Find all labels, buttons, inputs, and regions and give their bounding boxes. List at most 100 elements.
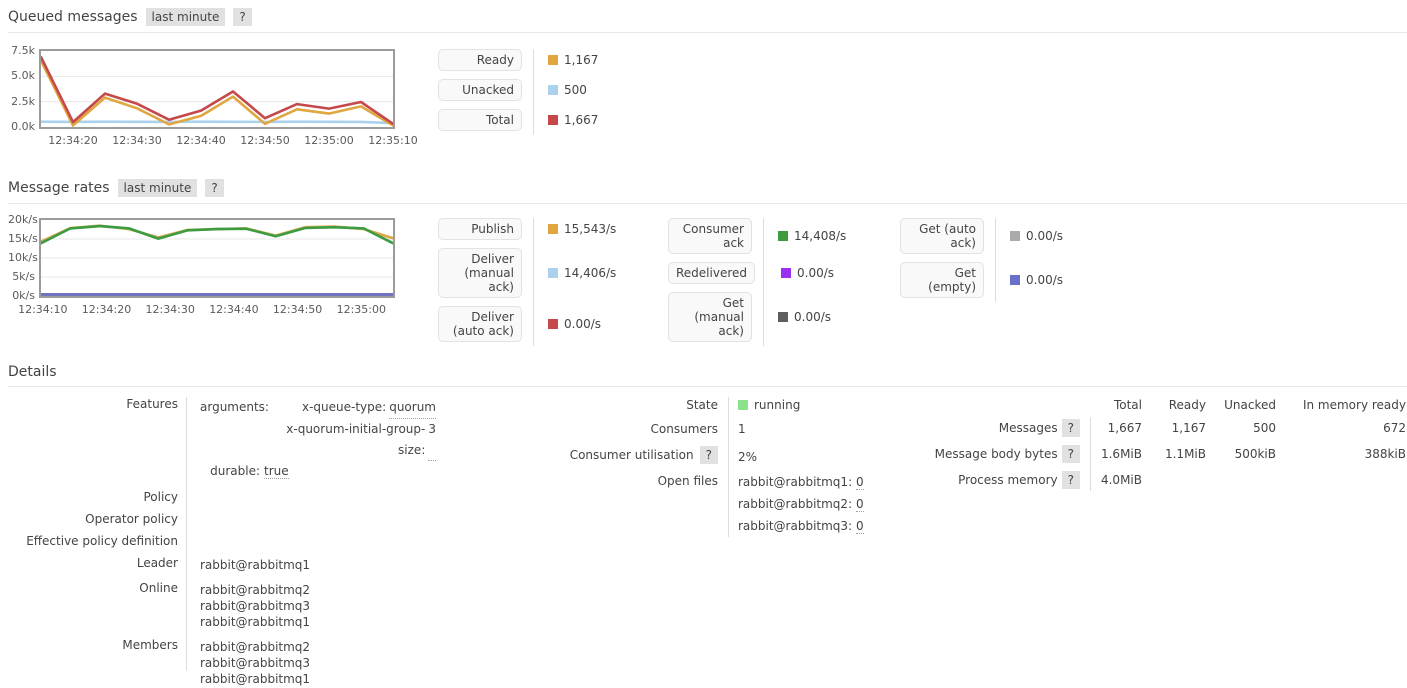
x-axis-tick: 12:34:40 <box>209 303 258 316</box>
legend-divider <box>533 49 534 135</box>
divider <box>8 203 1407 204</box>
legend-row-total: Total 1,667 <box>438 109 668 131</box>
get-manual-swatch-icon <box>778 312 788 322</box>
leader-row: Leader rabbit@rabbitmq1 <box>8 556 480 581</box>
details-title: Details <box>8 364 57 380</box>
message-rates-chart: 20k/s15k/s10k/s5k/s0k/s12:34:1012:34:201… <box>8 218 422 322</box>
divider <box>8 386 1407 387</box>
y-axis-tick: 0k/s <box>8 289 35 302</box>
consumers-row: Consumers 1 <box>488 422 924 446</box>
col-header-ready: Ready <box>1142 395 1206 415</box>
queued-messages-chart: 7.5k5.0k2.5k0.0k12:34:2012:34:3012:34:40… <box>8 49 422 153</box>
y-axis-tick: 7.5k <box>8 44 35 57</box>
rates-range-chip[interactable]: last minute <box>118 179 198 197</box>
get-empty-button[interactable]: Get (empty) <box>900 262 984 298</box>
get-manual-value: 0.00/s <box>794 310 831 324</box>
leader-label: Leader <box>8 556 178 570</box>
col-header-total: Total <box>1080 395 1142 415</box>
durable-value: true <box>264 464 289 479</box>
rates-legend-group-2: Consumer ack 14,408/s Redelivered 0.00/s… <box>668 218 900 342</box>
y-axis-tick: 10k/s <box>8 251 35 264</box>
legend-divider <box>533 218 534 346</box>
consumer-ack-swatch-icon <box>778 231 788 241</box>
redelivered-value: 0.00/s <box>797 266 834 280</box>
messages-label: Messages <box>999 421 1058 435</box>
details-right: Total Ready Unacked In memory ready Mess… <box>930 395 1406 493</box>
open-files-node: rabbit@rabbitmq1: 0 <box>738 471 924 493</box>
get-auto-value: 0.00/s <box>1026 229 1063 243</box>
arg-quorum-group-size: x-quorum-initial-group-size: 3 <box>264 419 436 461</box>
arg-queue-type: x-queue-type: quorum <box>264 397 436 419</box>
deliver-auto-swatch-icon <box>548 319 558 329</box>
deliver-manual-value: 14,406/s <box>564 266 616 280</box>
features-label: Features <box>8 397 178 411</box>
message-stats-table: Total Ready Unacked In memory ready Mess… <box>930 395 1406 493</box>
queued-help-icon[interactable]: ? <box>233 8 251 26</box>
legend-divider <box>763 218 764 346</box>
message-body-bytes-label: Message body bytes <box>935 447 1058 461</box>
durable-line: durable: true <box>200 461 480 482</box>
process-memory-help-icon[interactable]: ? <box>1062 471 1080 489</box>
leader-value: rabbit@rabbitmq1 <box>200 556 480 572</box>
consumer-utilisation-help-icon[interactable]: ? <box>700 446 718 464</box>
online-label: Online <box>8 581 178 595</box>
consumers-label: Consumers <box>488 422 718 436</box>
col-header-unacked: Unacked <box>1206 395 1276 415</box>
queued-range-chip[interactable]: last minute <box>146 8 226 26</box>
legend-row-deliver-auto: Deliver (auto ack) 0.00/s <box>438 306 668 342</box>
unacked-value: 500 <box>564 83 587 97</box>
x-axis-tick: 12:35:00 <box>304 134 353 147</box>
deliver-auto-ack-button[interactable]: Deliver (auto ack) <box>438 306 522 342</box>
open-files-node: rabbit@rabbitmq2: 0 <box>738 493 924 515</box>
state-row: State running <box>488 398 924 422</box>
col-header-in-memory-ready: In memory ready <box>1276 395 1406 415</box>
total-value: 1,667 <box>564 113 598 127</box>
details-left: Features arguments: x-queue-type: quorum… <box>8 393 480 688</box>
message-body-bytes-help-icon[interactable]: ? <box>1062 445 1080 463</box>
features-row: Features arguments: x-queue-type: quorum… <box>8 397 480 482</box>
section-message-rates: Message rates last minute ? 20k/s15k/s10… <box>8 179 1407 342</box>
legend-row-consumer-ack: Consumer ack 14,408/s <box>668 218 900 254</box>
get-manual-ack-button[interactable]: Get (manual ack) <box>668 292 752 342</box>
divider <box>8 32 1407 33</box>
y-axis-tick: 5.0k <box>8 69 35 82</box>
unacked-swatch-icon <box>548 85 558 95</box>
y-axis-tick: 5k/s <box>8 270 35 283</box>
state-value: running <box>754 398 800 412</box>
arguments-key: arguments: <box>200 397 260 461</box>
consumer-ack-button[interactable]: Consumer ack <box>668 218 752 254</box>
process-memory-label: Process memory <box>958 473 1057 487</box>
policy-label: Policy <box>8 490 178 504</box>
body-bytes-unacked: 500kiB <box>1206 441 1276 467</box>
messages-in-memory-ready: 672 <box>1276 415 1406 441</box>
publish-button[interactable]: Publish <box>438 218 522 240</box>
ready-button[interactable]: Ready <box>438 49 522 71</box>
online-node: rabbit@rabbitmq2 <box>200 583 480 598</box>
redelivered-button[interactable]: Redelivered <box>668 262 755 284</box>
effective-policy-row: Effective policy definition <box>8 534 480 556</box>
deliver-manual-swatch-icon <box>548 268 558 278</box>
rates-help-icon[interactable]: ? <box>205 179 223 197</box>
x-axis-tick: 12:35:00 <box>337 303 386 316</box>
x-axis-tick: 12:34:50 <box>240 134 289 147</box>
queue-detail-page: Queued messages last minute ? 7.5k5.0k2.… <box>0 0 1407 685</box>
open-files-node: rabbit@rabbitmq3: 0 <box>738 515 924 537</box>
deliver-manual-ack-button[interactable]: Deliver (manual ack) <box>438 248 522 298</box>
message-rates-title: Message rates <box>8 180 110 196</box>
state-label: State <box>488 398 718 412</box>
arg-quorum-group-size-value: 3 <box>428 419 436 461</box>
member-node: rabbit@rabbitmq1 <box>200 672 480 687</box>
chart-plot-area <box>39 218 395 298</box>
details-middle: State running Consumers 1 Consumer utili… <box>488 393 924 537</box>
get-auto-ack-button[interactable]: Get (auto ack) <box>900 218 984 254</box>
messages-help-icon[interactable]: ? <box>1062 419 1080 437</box>
messages-ready: 1,167 <box>1142 415 1206 441</box>
get-auto-swatch-icon <box>1010 231 1020 241</box>
total-swatch-icon <box>548 115 558 125</box>
open-files-label: Open files <box>488 474 718 488</box>
unacked-button[interactable]: Unacked <box>438 79 522 101</box>
process-memory-ready <box>1142 467 1206 493</box>
total-button[interactable]: Total <box>438 109 522 131</box>
consumer-utilisation-value: 2% <box>738 446 924 464</box>
legend-row-redelivered: Redelivered 0.00/s <box>668 262 900 284</box>
